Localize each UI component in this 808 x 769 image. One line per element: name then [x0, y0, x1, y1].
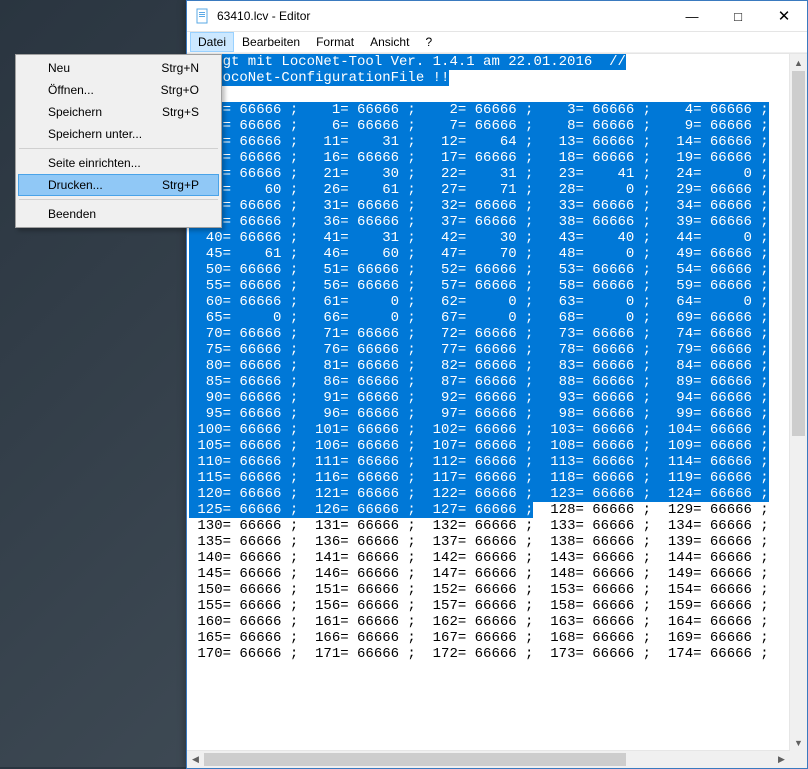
text-area[interactable]: rzeugt mit LocoNet-Tool Ver. 1.4.1 am 22…	[187, 54, 807, 768]
scroll-corner	[790, 751, 807, 768]
menu-help[interactable]: ?	[417, 32, 440, 52]
titlebar[interactable]: 63410.lcv - Editor ― □ ✕	[187, 1, 807, 32]
window-title: 63410.lcv - Editor	[217, 9, 669, 23]
menu-format[interactable]: Format	[308, 32, 362, 52]
editor-area: rzeugt mit LocoNet-Tool Ver. 1.4.1 am 22…	[187, 53, 807, 768]
menu-drucken-label: Drucken...	[48, 178, 103, 192]
menu-seite-label: Seite einrichten...	[48, 156, 141, 170]
document-content[interactable]: rzeugt mit LocoNet-Tool Ver. 1.4.1 am 22…	[187, 54, 807, 664]
scroll-left-button[interactable]: ◀	[187, 751, 204, 768]
menu-drucken[interactable]: Drucken... Strg+P	[18, 174, 219, 196]
scroll-thumb-horizontal[interactable]	[204, 753, 626, 766]
scroll-up-button[interactable]: ▲	[790, 54, 807, 71]
menu-seite-einrichten[interactable]: Seite einrichten...	[18, 152, 219, 174]
horizontal-scrollbar[interactable]: ◀ ▶	[187, 750, 790, 768]
vertical-scrollbar[interactable]: ▲ ▼	[789, 54, 807, 751]
menu-speichern[interactable]: Speichern Strg+S	[18, 101, 219, 123]
menu-datei[interactable]: Datei	[190, 32, 234, 52]
menu-beenden-label: Beenden	[48, 207, 96, 221]
menu-speichern-label: Speichern	[48, 105, 102, 119]
menu-bearbeiten[interactable]: Bearbeiten	[234, 32, 308, 52]
menu-oeffnen[interactable]: Öffnen... Strg+O	[18, 79, 219, 101]
scroll-track-vertical[interactable]	[790, 71, 807, 734]
datei-dropdown: Neu Strg+N Öffnen... Strg+O Speichern St…	[15, 54, 222, 228]
menu-separator	[19, 148, 218, 149]
menu-speichern-unter-label: Speichern unter...	[48, 127, 142, 141]
maximize-button[interactable]: □	[715, 1, 761, 31]
menubar: Datei Bearbeiten Format Ansicht ?	[187, 32, 807, 53]
menu-speichern-unter[interactable]: Speichern unter...	[18, 123, 219, 145]
notepad-window: 63410.lcv - Editor ― □ ✕ Datei Bearbeite…	[186, 0, 808, 769]
menu-speichern-shortcut: Strg+S	[162, 105, 199, 119]
app-icon	[195, 8, 211, 24]
menu-neu[interactable]: Neu Strg+N	[18, 57, 219, 79]
menu-oeffnen-label: Öffnen...	[48, 83, 94, 97]
scroll-down-button[interactable]: ▼	[790, 734, 807, 751]
menu-neu-shortcut: Strg+N	[161, 61, 199, 75]
menu-neu-label: Neu	[48, 61, 70, 75]
close-button[interactable]: ✕	[761, 1, 807, 31]
menu-ansicht[interactable]: Ansicht	[362, 32, 417, 52]
minimize-button[interactable]: ―	[669, 1, 715, 31]
menu-drucken-shortcut: Strg+P	[162, 178, 199, 192]
scroll-right-button[interactable]: ▶	[773, 751, 790, 768]
menu-oeffnen-shortcut: Strg+O	[161, 83, 199, 97]
menu-separator	[19, 199, 218, 200]
menu-beenden[interactable]: Beenden	[18, 203, 219, 225]
scroll-thumb-vertical[interactable]	[792, 71, 805, 436]
